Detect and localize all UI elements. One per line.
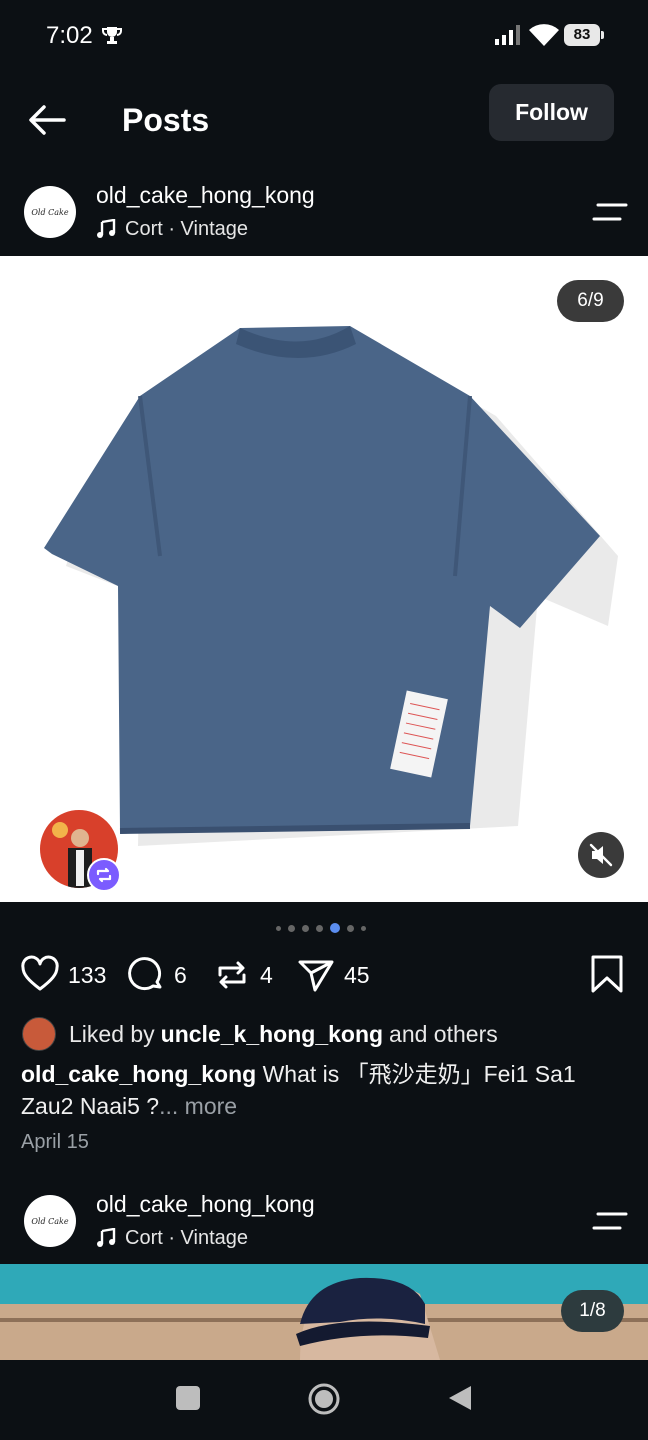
menu-icon[interactable]: [592, 1209, 628, 1233]
tshirt-image: [44, 326, 618, 846]
signal-icon: [495, 25, 520, 45]
like-action[interactable]: 133: [20, 950, 106, 1000]
battery-indicator: 83: [564, 24, 604, 46]
cap-person-image: [0, 1264, 648, 1360]
repost-count: 4: [260, 961, 273, 988]
repost-action[interactable]: 4: [212, 950, 273, 1000]
recent-apps-icon[interactable]: [176, 1386, 200, 1410]
music-info[interactable]: Cort · Vintage: [96, 216, 248, 242]
like-count: 133: [68, 961, 107, 988]
image-counter: 1/8: [561, 1290, 624, 1332]
post-image[interactable]: 1/8: [0, 1264, 648, 1360]
status-time: 7:02: [46, 22, 93, 49]
back-arrow-icon[interactable]: [26, 102, 68, 138]
avatar-logo-text: Old Cake: [31, 207, 69, 217]
page-title: Posts: [122, 102, 210, 138]
carousel-dot: [316, 924, 323, 932]
liked-by-suffix: and others: [389, 1020, 498, 1047]
menu-icon[interactable]: [592, 200, 628, 224]
post-header: Old Cake old_cake_hong_kong Cort · Vinta…: [0, 1189, 648, 1269]
bookmark-icon[interactable]: [588, 954, 626, 994]
liked-by-prefix: Liked by: [69, 1020, 155, 1047]
trophy-icon: [102, 27, 122, 44]
follow-button[interactable]: Follow: [489, 84, 614, 141]
carousel-dot-active: [330, 923, 340, 933]
home-icon[interactable]: [307, 1382, 341, 1416]
speaker-muted-icon: [589, 843, 613, 867]
post-date: April 15: [21, 1131, 89, 1153]
music-label: Cort · Vintage: [125, 217, 249, 240]
post-caption[interactable]: old_cake_hong_kong What is 「飛沙走奶」Fei1 Sa…: [21, 1058, 631, 1122]
post-actions: 133 6 4 45: [0, 950, 648, 1004]
image-counter: 6/9: [557, 280, 624, 322]
carousel-dots: [276, 922, 366, 934]
repost-badge-icon: [87, 858, 121, 892]
carousel-dot: [276, 925, 281, 931]
share-action[interactable]: 45: [296, 950, 370, 1000]
music-note-icon: [97, 219, 116, 238]
liked-by-row[interactable]: Liked by uncle_k_hong_kong and others: [22, 1016, 498, 1052]
system-nav-bar: [0, 1360, 648, 1440]
avatar-logo-text: Old Cake: [31, 1216, 69, 1226]
avatar[interactable]: Old Cake: [24, 1195, 76, 1247]
music-note-icon: [97, 1228, 116, 1247]
carousel-dot: [302, 924, 309, 932]
repost-icon: [218, 961, 246, 989]
carousel-dot: [288, 924, 295, 932]
share-count: 45: [344, 961, 370, 988]
post-image[interactable]: 6/9: [0, 256, 648, 902]
caption-more-link[interactable]: ... more: [159, 1093, 237, 1119]
send-icon: [298, 960, 334, 992]
comment-action[interactable]: 6: [126, 950, 187, 1000]
post-header: Old Cake old_cake_hong_kong Cort · Vinta…: [0, 180, 648, 260]
top-header: Posts Follow: [0, 80, 648, 160]
carousel-dot: [347, 924, 354, 932]
comment-icon: [128, 957, 162, 991]
nav-back-icon[interactable]: [447, 1384, 473, 1412]
comment-count: 6: [174, 961, 187, 988]
post-username[interactable]: old_cake_hong_kong: [96, 182, 315, 209]
music-info[interactable]: Cort · Vintage: [96, 1225, 248, 1251]
mute-button[interactable]: [578, 832, 624, 878]
status-bar: 7:02 83: [0, 0, 648, 72]
caption-username[interactable]: old_cake_hong_kong: [21, 1061, 256, 1087]
post-username[interactable]: old_cake_hong_kong: [96, 1191, 315, 1218]
wifi-icon: [529, 24, 559, 46]
avatar[interactable]: Old Cake: [24, 186, 76, 238]
music-label: Cort · Vintage: [125, 1226, 249, 1249]
carousel-dot: [361, 925, 366, 931]
heart-icon: [21, 955, 59, 991]
liked-by-username[interactable]: uncle_k_hong_kong: [161, 1021, 383, 1048]
liked-by-avatar: [22, 1017, 56, 1051]
battery-level: 83: [573, 26, 591, 43]
